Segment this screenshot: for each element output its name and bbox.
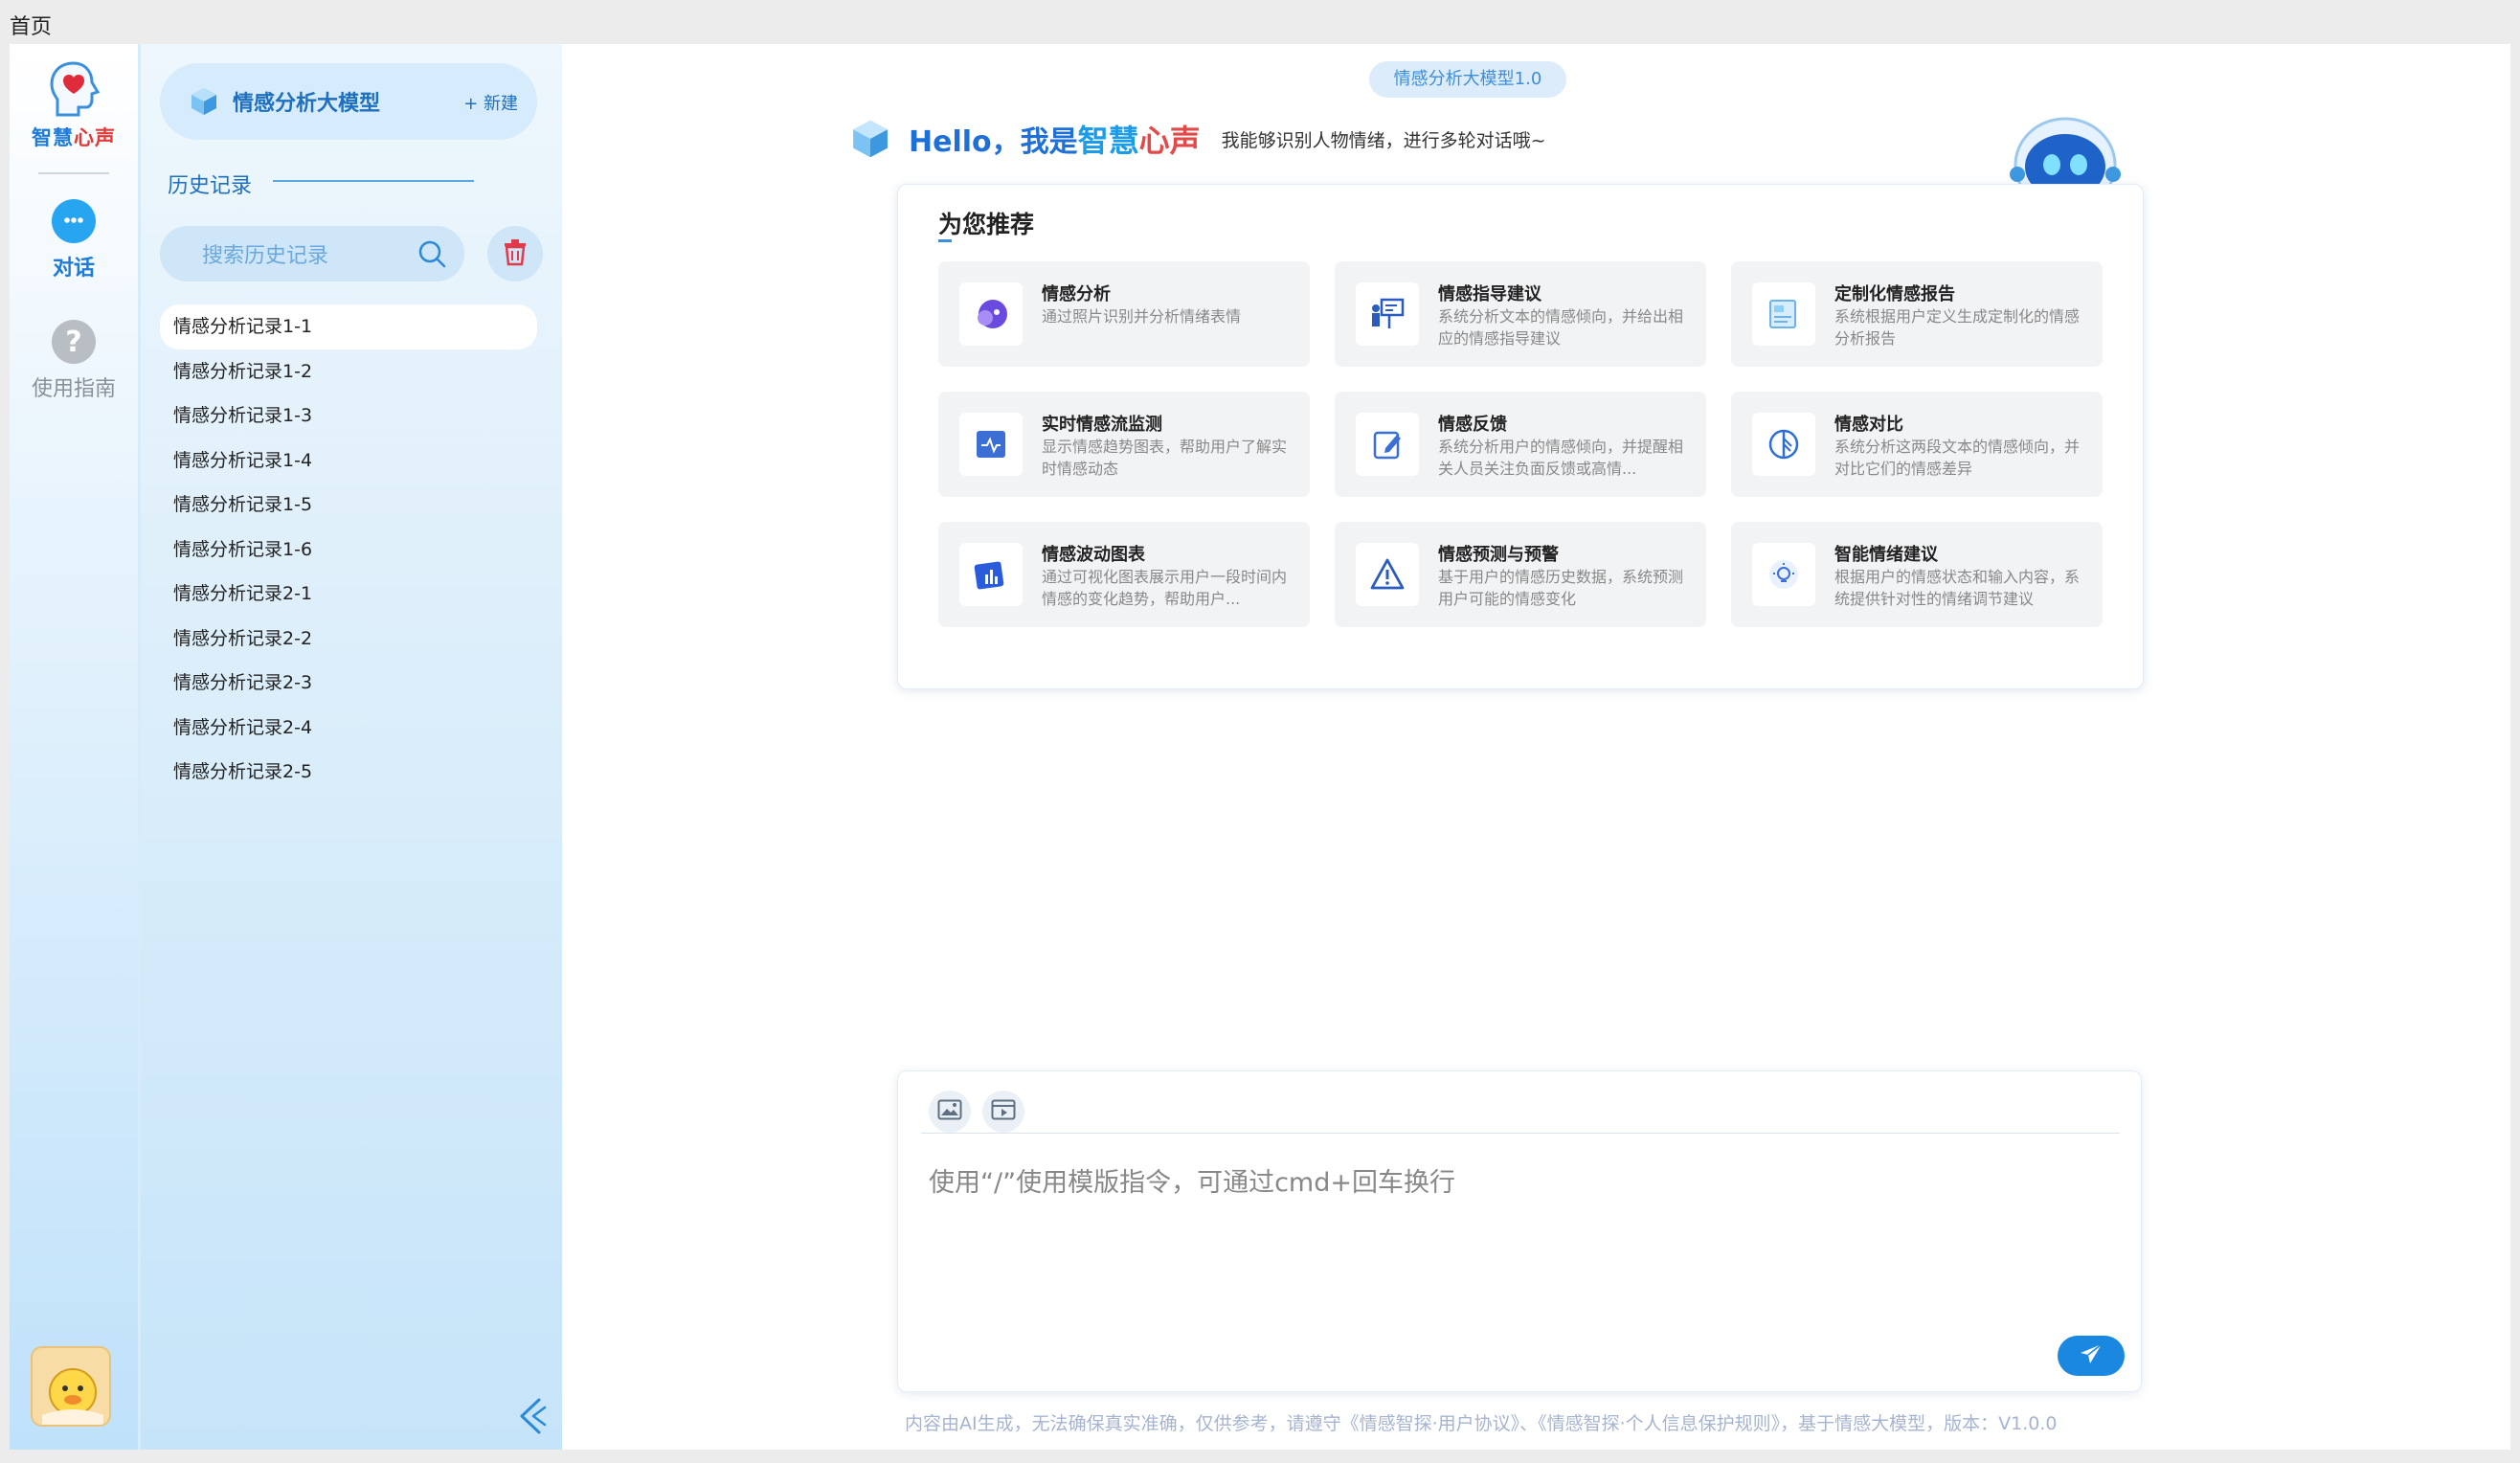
recommend-item[interactable]: 情感反馈系统分析用户的情感倾向，并提醒相关人员关注负面反馈或高情... bbox=[1335, 392, 1706, 497]
app-logo[interactable]: 智慧心声 bbox=[23, 59, 124, 165]
face-emotion-icon bbox=[959, 282, 1023, 346]
search-icon[interactable] bbox=[416, 238, 447, 269]
bulb-icon bbox=[1752, 543, 1815, 606]
cube-icon bbox=[849, 118, 891, 160]
history-item[interactable]: 情感分析记录1-2 bbox=[160, 349, 537, 394]
chat-bubble-icon bbox=[52, 199, 96, 243]
recommend-title: 为您推荐 bbox=[938, 211, 1035, 238]
recommend-item-title: 情感对比 bbox=[1834, 415, 1903, 435]
chat-input-box[interactable]: 使用“/”使用模版指令，可通过cmd+回车换行 bbox=[897, 1070, 2142, 1392]
recommend-item[interactable]: 情感对比系统分析这两段文本的情感倾向，并对比它们的情感差异 bbox=[1731, 392, 2103, 497]
main-area: 情感分析大模型1.0 Hello，我是 智慧 心声 我能够识别人物情绪，进行多轮… bbox=[562, 44, 2510, 1450]
recommend-item[interactable]: 情感指导建议系统分析文本的情感倾向，并给出相应的情感指导建议 bbox=[1335, 261, 1706, 367]
recommend-item-title: 情感反馈 bbox=[1438, 415, 1507, 435]
cube-icon bbox=[189, 86, 219, 117]
recommend-item-title: 情感分析 bbox=[1042, 284, 1111, 304]
history-item[interactable]: 情感分析记录2-1 bbox=[160, 572, 537, 617]
search-placeholder: 搜索历史记录 bbox=[202, 244, 329, 268]
history-item[interactable]: 情感分析记录2-4 bbox=[160, 706, 537, 751]
history-item[interactable]: 情感分析记录2-3 bbox=[160, 661, 537, 706]
delete-history-button[interactable] bbox=[487, 226, 543, 281]
hello-banner: Hello，我是 智慧 心声 我能够识别人物情绪，进行多轮对话哦~ bbox=[849, 117, 1546, 161]
collapse-panel-button[interactable] bbox=[514, 1396, 549, 1436]
rail-divider bbox=[38, 172, 109, 174]
bar-chart-icon bbox=[959, 543, 1023, 606]
history-item[interactable]: 情感分析记录1-1 bbox=[160, 304, 537, 349]
recommend-item-title: 定制化情感报告 bbox=[1834, 284, 1955, 304]
question-icon: ? bbox=[52, 320, 96, 364]
recommend-item-desc: 通过可视化图表展示用户一段时间内情感的变化趋势，帮助用户... bbox=[1042, 568, 1288, 608]
home-title[interactable]: 首页 bbox=[10, 10, 52, 40]
model-selector[interactable]: 情感分析大模型 + 新建 bbox=[160, 63, 537, 140]
recommend-item-desc: 系统根据用户定义生成定制化的情感分析报告 bbox=[1834, 307, 2081, 348]
icon-rail: 智慧心声 对话 ? 使用指南 bbox=[10, 44, 138, 1450]
compare-icon bbox=[1752, 413, 1815, 476]
history-item[interactable]: 情感分析记录1-3 bbox=[160, 394, 537, 439]
recommend-item-desc: 通过照片识别并分析情绪表情 bbox=[1042, 307, 1242, 326]
rail-guide-label: 使用指南 bbox=[31, 377, 116, 401]
recommend-item-desc: 基于用户的情感历史数据，系统预测用户可能的情感变化 bbox=[1438, 568, 1684, 608]
logo-text: 智慧心声 bbox=[32, 126, 116, 149]
model-name: 情感分析大模型 bbox=[233, 92, 381, 116]
recommend-item[interactable]: 智能情绪建议根据用户的情感状态和输入内容，系统提供针对性的情绪调节建议 bbox=[1731, 522, 2103, 627]
brand-name-a: 智慧 bbox=[1077, 123, 1139, 159]
history-panel: 情感分析大模型 + 新建 历史记录 搜索历史记录 情感分析记录1-1 情感分析记录… bbox=[141, 44, 562, 1450]
history-list: 情感分析记录1-1 情感分析记录1-2 情感分析记录1-3 情感分析记录1-4 情感分析… bbox=[160, 304, 537, 795]
video-icon bbox=[991, 1099, 1016, 1124]
recommend-item-desc: 系统分析这两段文本的情感倾向，并对比它们的情感差异 bbox=[1834, 438, 2081, 478]
input-divider bbox=[921, 1133, 2120, 1134]
recommend-item-desc: 系统分析文本的情感倾向，并给出相应的情感指导建议 bbox=[1438, 307, 1684, 348]
rail-chat-label: 对话 bbox=[52, 257, 95, 281]
send-icon bbox=[2079, 1342, 2104, 1369]
upload-image-button[interactable] bbox=[929, 1091, 971, 1133]
recommend-item-desc: 显示情感趋势图表，帮助用户了解实时情感动态 bbox=[1042, 438, 1288, 478]
warning-icon bbox=[1356, 543, 1419, 606]
image-icon bbox=[937, 1099, 962, 1124]
history-search-input[interactable]: 搜索历史记录 bbox=[160, 226, 464, 281]
head-heart-icon bbox=[46, 59, 101, 121]
history-item[interactable]: 情感分析记录1-5 bbox=[160, 483, 537, 528]
recommend-item-title: 智能情绪建议 bbox=[1834, 545, 1938, 565]
history-item[interactable]: 情感分析记录2-5 bbox=[160, 750, 537, 795]
version-badge: 情感分析大模型1.0 bbox=[1369, 61, 1566, 98]
history-title: 历史记录 bbox=[168, 174, 253, 198]
monitor-icon bbox=[959, 413, 1023, 476]
report-icon bbox=[1752, 282, 1815, 346]
recommend-card: 为您推荐 情感分析 通过照片识别并分析情绪表情 情感指导建议 系统分析文本的情感倾向，… bbox=[897, 184, 2144, 689]
recommend-item-desc: 系统分析用户的情感倾向，并提醒相关人员关注负面反馈或高情... bbox=[1438, 438, 1684, 478]
recommend-item-title: 情感预测与预警 bbox=[1438, 545, 1559, 565]
new-chat-button[interactable]: + 新建 bbox=[463, 90, 518, 115]
recommend-item[interactable]: 情感分析通过照片识别并分析情绪表情 bbox=[938, 261, 1310, 367]
history-item[interactable]: 情感分析记录2-2 bbox=[160, 617, 537, 662]
message-input[interactable]: 使用“/”使用模版指令，可通过cmd+回车换行 bbox=[929, 1161, 1455, 1199]
title-accent bbox=[938, 235, 952, 242]
user-avatar[interactable] bbox=[31, 1346, 111, 1427]
disclaimer-footer: 内容由AI生成，无法确保真实准确，仅供参考，请遵守《情感智探·用户协议》、《情感… bbox=[905, 1413, 2058, 1434]
brand-name-b: 心声 bbox=[1138, 123, 1201, 159]
history-title-line bbox=[273, 180, 474, 182]
recommend-item[interactable]: 情感预测与预警基于用户的情感历史数据，系统预测用户可能的情感变化 bbox=[1335, 522, 1706, 627]
hello-prefix: Hello，我是 bbox=[909, 125, 1078, 159]
recommend-item-title: 实时情感流监测 bbox=[1042, 415, 1162, 435]
history-item[interactable]: 情感分析记录1-4 bbox=[160, 439, 537, 484]
send-button[interactable] bbox=[2058, 1336, 2125, 1376]
recommend-item-desc: 根据用户的情感状态和输入内容，系统提供针对性的情绪调节建议 bbox=[1834, 568, 2081, 608]
recommend-item[interactable]: 实时情感流监测显示情感趋势图表，帮助用户了解实时情感动态 bbox=[938, 392, 1310, 497]
hello-subtitle: 我能够识别人物情绪，进行多轮对话哦~ bbox=[1221, 129, 1546, 151]
recommend-item[interactable]: 定制化情感报告系统根据用户定义生成定制化的情感分析报告 bbox=[1731, 261, 2103, 367]
recommend-item-title: 情感波动图表 bbox=[1042, 545, 1145, 565]
app-window: 智慧心声 对话 ? 使用指南 情感分析大模型 + 新建 历史记录 搜索历史记录 … bbox=[10, 44, 2510, 1450]
rail-item-guide[interactable]: ? 使用指南 bbox=[10, 320, 138, 402]
history-item[interactable]: 情感分析记录1-6 bbox=[160, 528, 537, 573]
rail-item-chat[interactable]: 对话 bbox=[10, 199, 138, 281]
presenter-icon bbox=[1356, 282, 1419, 346]
recommend-item[interactable]: 情感波动图表通过可视化图表展示用户一段时间内情感的变化趋势，帮助用户... bbox=[938, 522, 1310, 627]
top-bar: 首页 bbox=[0, 0, 2520, 44]
recommend-item-title: 情感指导建议 bbox=[1438, 284, 1541, 304]
trash-icon bbox=[502, 237, 529, 270]
chevron-left-icon bbox=[514, 1398, 549, 1440]
edit-icon bbox=[1356, 413, 1419, 476]
upload-video-button[interactable] bbox=[982, 1091, 1024, 1133]
